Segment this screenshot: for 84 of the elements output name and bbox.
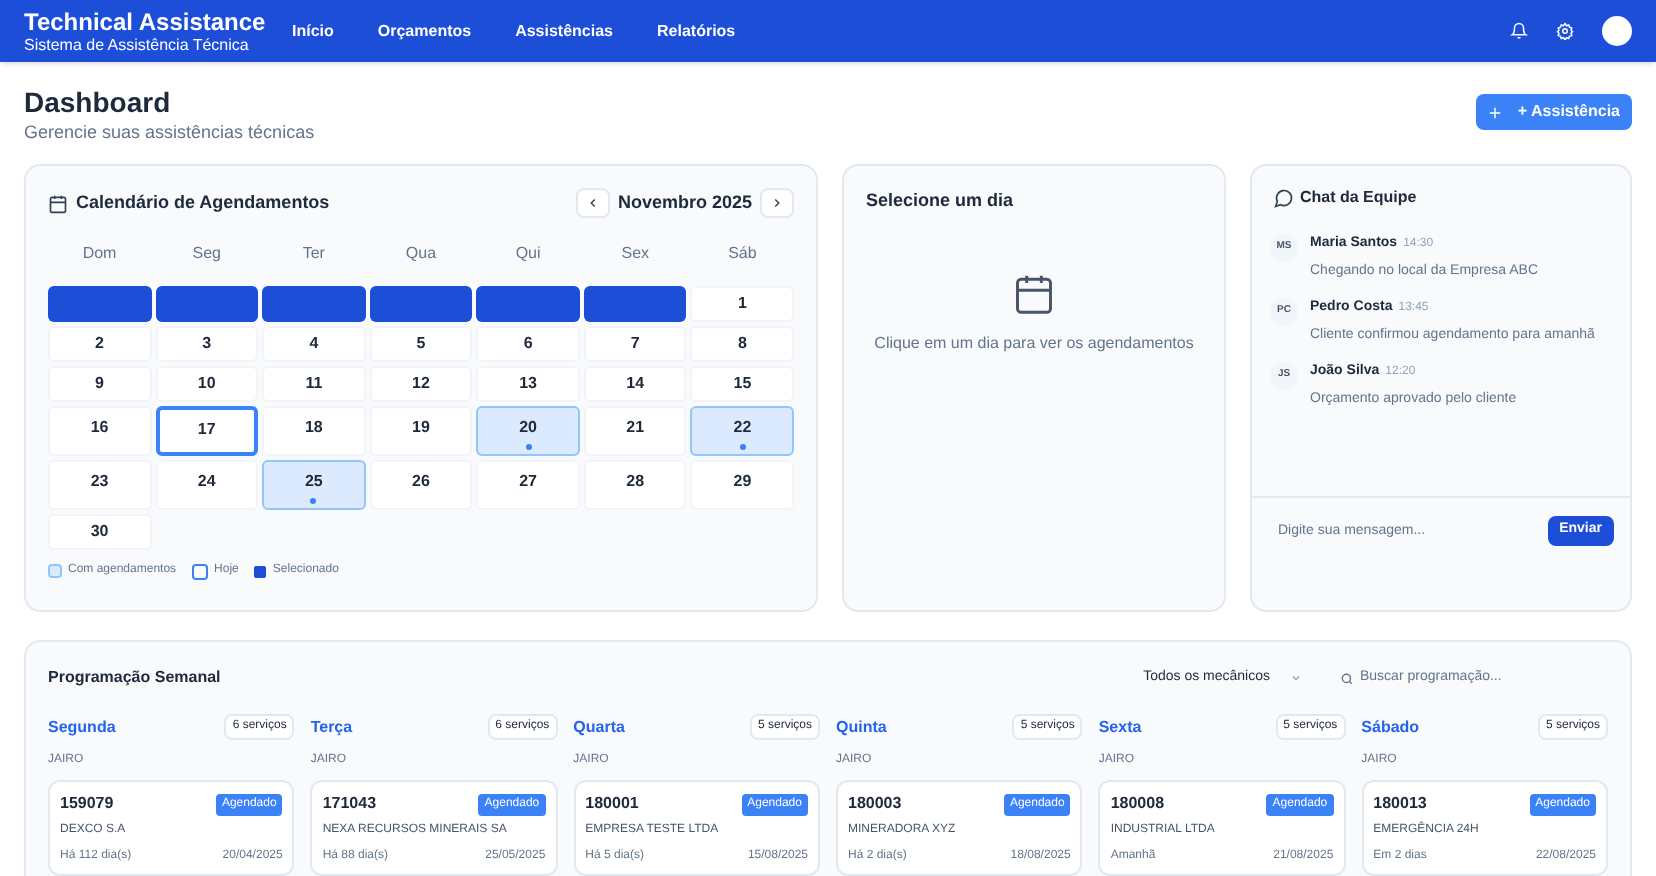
calendar-day[interactable]: 25 bbox=[262, 460, 366, 510]
month-label: Novembro 2025 bbox=[617, 189, 752, 216]
day-heading: Sábado bbox=[1361, 715, 1420, 739]
weekday-label: Dom bbox=[80, 242, 119, 266]
calendar-day[interactable]: 30 bbox=[48, 514, 152, 550]
chevron-down-icon bbox=[1290, 672, 1302, 684]
weekday-label: Seg bbox=[190, 242, 223, 266]
calendar-day[interactable]: 12 bbox=[369, 366, 473, 402]
calendar-title: Calendário de Agendamentos bbox=[76, 189, 330, 216]
calendar-day[interactable]: 5 bbox=[369, 326, 473, 362]
day-heading: Sexta bbox=[1098, 715, 1142, 739]
calendar-day[interactable]: 13 bbox=[476, 366, 580, 402]
page-subtitle: Gerencie suas assistências técnicas bbox=[24, 120, 315, 144]
calendar-day[interactable]: 22 bbox=[690, 406, 794, 456]
calendar-day[interactable]: 8 bbox=[690, 326, 794, 362]
nav-link[interactable]: Início bbox=[292, 19, 334, 43]
day-heading: Terça bbox=[310, 715, 353, 739]
day-heading: Quarta bbox=[573, 715, 625, 739]
service-code: 180001 bbox=[585, 792, 639, 816]
calendar-day[interactable]: 3 bbox=[155, 326, 259, 362]
service-code: 180003 bbox=[848, 792, 902, 816]
calendar-blank-cell bbox=[369, 286, 473, 322]
service-code: 159079 bbox=[60, 792, 114, 816]
weekday-label: Ter bbox=[300, 242, 327, 266]
calendar-day[interactable]: 17 bbox=[155, 406, 259, 456]
calendar-day[interactable]: 19 bbox=[369, 406, 473, 456]
calendar-day[interactable]: 21 bbox=[583, 406, 687, 456]
nav-link[interactable]: Assistências bbox=[515, 19, 613, 43]
calendar-blank-cell bbox=[155, 286, 259, 322]
calendar-day[interactable]: 18 bbox=[262, 406, 366, 456]
day-heading: Segunda bbox=[48, 715, 116, 739]
calendar-day[interactable]: 1 bbox=[690, 286, 794, 322]
avatar[interactable] bbox=[1602, 16, 1632, 46]
empty-message: Clique em um dia para ver os agendamentos bbox=[874, 331, 1194, 355]
legend-swatch bbox=[254, 565, 267, 577]
chevron-right-icon bbox=[770, 196, 784, 210]
nav-link[interactable]: Relatórios bbox=[657, 19, 736, 43]
nav-link[interactable]: Orçamentos bbox=[377, 19, 472, 43]
calendar-day[interactable]: 24 bbox=[155, 460, 259, 510]
app-title: Technical Assistance bbox=[24, 7, 268, 35]
calendar-day[interactable]: 29 bbox=[690, 460, 794, 510]
calendar-icon bbox=[1012, 271, 1056, 315]
settings-icon[interactable] bbox=[1556, 22, 1574, 40]
calendar-day[interactable]: 4 bbox=[262, 326, 366, 362]
new-assistance-button[interactable]: + Assistência bbox=[1475, 94, 1632, 130]
weekday-label: Sex bbox=[619, 242, 652, 266]
calendar-day[interactable]: 20 bbox=[476, 406, 580, 456]
calendar-day[interactable]: 11 bbox=[262, 366, 366, 402]
calendar-blank-cell bbox=[583, 286, 687, 322]
weekday-label: Sáb bbox=[726, 242, 759, 266]
search-icon bbox=[1340, 671, 1354, 685]
calendar-day[interactable]: 9 bbox=[48, 366, 152, 402]
panel-title: Selecione um dia bbox=[866, 188, 1016, 214]
calendar-day[interactable]: 28 bbox=[583, 460, 687, 510]
service-code: 180013 bbox=[1373, 792, 1427, 816]
calendar-day[interactable]: 23 bbox=[48, 460, 152, 510]
bell-icon[interactable] bbox=[1510, 22, 1528, 40]
plus-icon bbox=[1487, 105, 1502, 119]
legend-swatch bbox=[48, 564, 62, 578]
calendar-day[interactable]: 6 bbox=[476, 326, 580, 362]
service-code: 180008 bbox=[1110, 792, 1165, 816]
service-code: 171043 bbox=[322, 792, 377, 816]
calendar-blank-cell bbox=[476, 286, 580, 322]
calendar-icon bbox=[48, 193, 68, 213]
calendar-day[interactable]: 2 bbox=[48, 326, 152, 362]
legend-swatch bbox=[192, 563, 209, 579]
calendar-day[interactable]: 15 bbox=[690, 366, 794, 402]
calendar-day[interactable]: 26 bbox=[369, 460, 473, 510]
chat-bubble-icon bbox=[1274, 188, 1294, 208]
chevron-left-icon bbox=[585, 196, 600, 210]
calendar-day[interactable]: 10 bbox=[155, 366, 259, 402]
weekday-label: Qua bbox=[403, 242, 439, 266]
calendar-blank-cell bbox=[262, 286, 366, 322]
chat-title: Chat da Equipe bbox=[1300, 186, 1417, 210]
section-title: Programação Semanal bbox=[48, 666, 221, 690]
weekday-label: Qui bbox=[513, 242, 543, 266]
calendar-day[interactable]: 7 bbox=[583, 326, 687, 362]
app-subtitle: Sistema de Assistência Técnica bbox=[24, 35, 251, 55]
day-heading: Quinta bbox=[836, 715, 887, 739]
calendar-day[interactable]: 16 bbox=[48, 406, 152, 456]
calendar-day[interactable]: 14 bbox=[583, 366, 687, 402]
calendar-blank-cell bbox=[48, 286, 152, 322]
page-title: Dashboard bbox=[24, 86, 173, 120]
calendar-day[interactable]: 27 bbox=[476, 460, 580, 510]
